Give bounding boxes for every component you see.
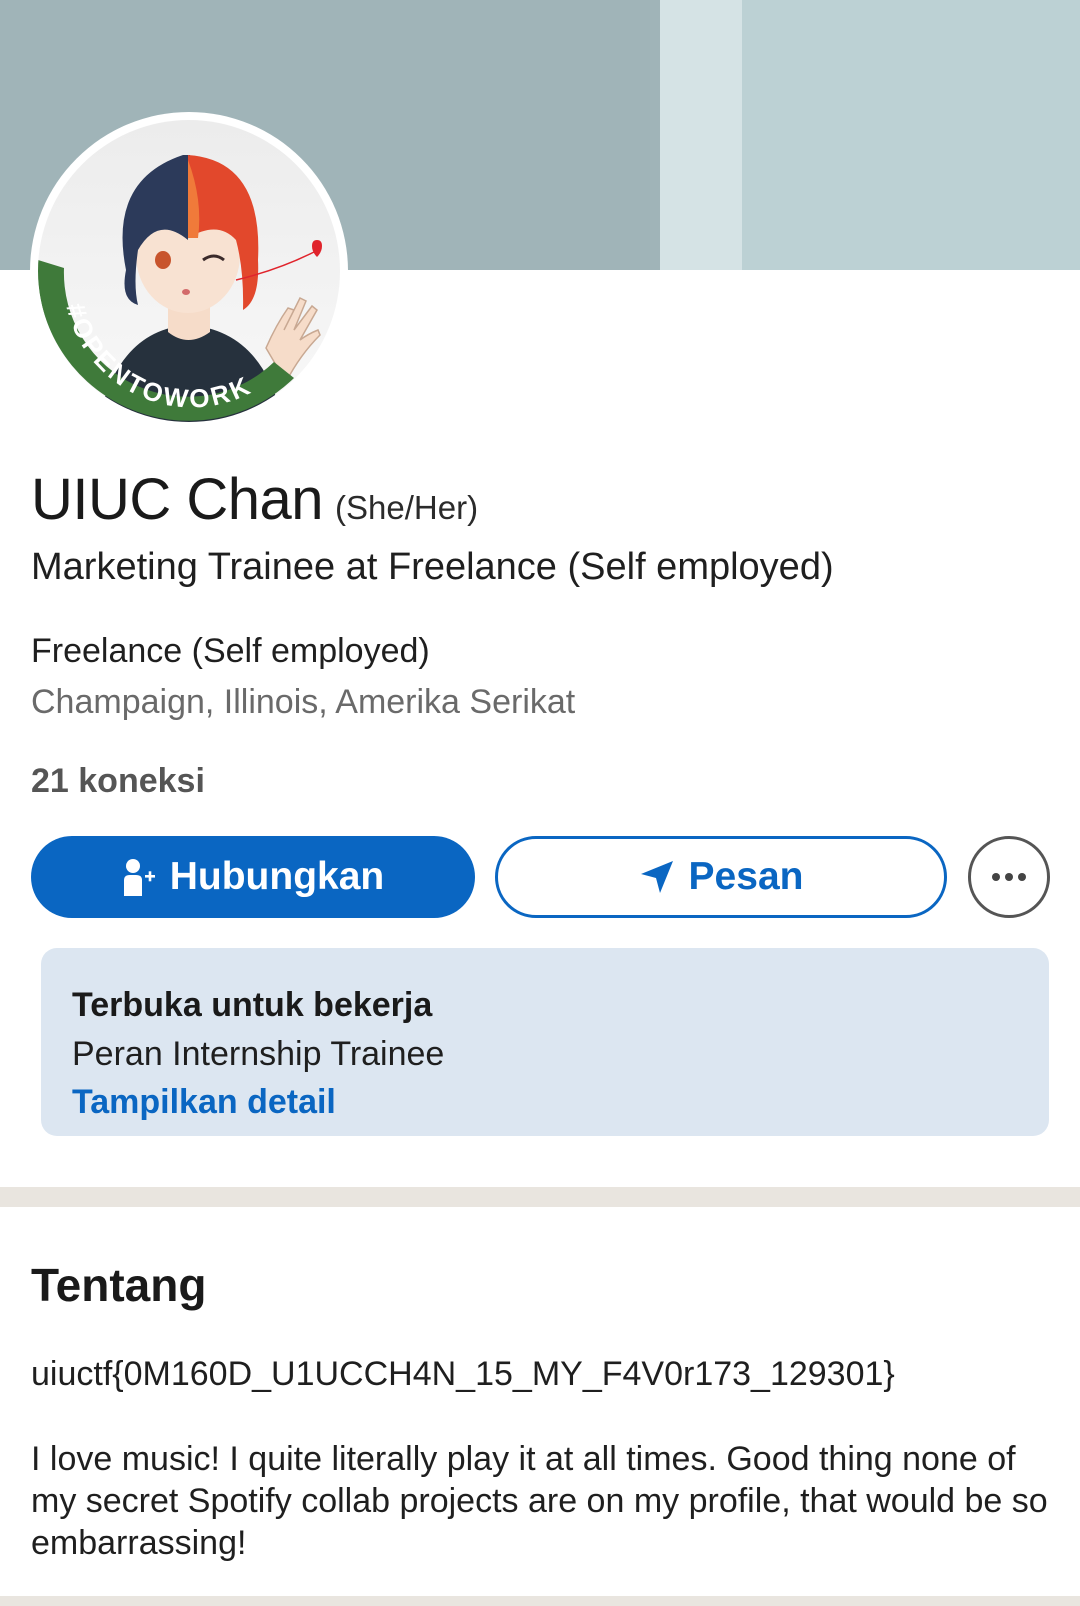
section-divider: [0, 1187, 1080, 1207]
about-flag-text: uiuctf{0M160D_U1UCCH4N_15_MY_F4V0r173_12…: [31, 1355, 895, 1393]
avatar-illustration: #OPENTOWORK: [38, 120, 340, 422]
add-person-icon: [123, 859, 155, 896]
profile-pronouns: (She/Her): [335, 489, 479, 526]
send-icon: [640, 861, 673, 893]
message-label: Pesan: [688, 855, 804, 898]
show-details-link[interactable]: Tampilkan detail: [72, 1083, 336, 1122]
open-to-work-roles: Peran Internship Trainee: [72, 1035, 445, 1073]
profile-company[interactable]: Freelance (Self employed): [31, 632, 430, 671]
name-row: UIUC Chan (She/Her): [31, 466, 478, 533]
profile-headline: Marketing Trainee at Freelance (Self emp…: [31, 546, 834, 588]
banner-stripe: [660, 0, 742, 270]
message-button[interactable]: Pesan: [495, 836, 947, 918]
section-divider-bottom: [0, 1596, 1080, 1606]
open-to-work-title: Terbuka untuk bekerja: [72, 986, 433, 1024]
profile-name: UIUC Chan: [31, 467, 324, 532]
connect-label: Hubungkan: [169, 855, 385, 898]
more-icon: [992, 873, 1026, 881]
open-to-work-card[interactable]: Terbuka untuk bekerja Peran Internship T…: [41, 948, 1049, 1136]
more-button[interactable]: [968, 836, 1050, 918]
connect-button[interactable]: Hubungkan: [31, 836, 475, 918]
about-heading: Tentang: [31, 1259, 207, 1311]
about-description: I love music! I quite literally play it …: [31, 1440, 1048, 1562]
profile-avatar[interactable]: #OPENTOWORK: [30, 112, 348, 430]
profile-location: Champaign, Illinois, Amerika Serikat: [31, 683, 576, 721]
connections-count[interactable]: 21 koneksi: [31, 762, 205, 801]
